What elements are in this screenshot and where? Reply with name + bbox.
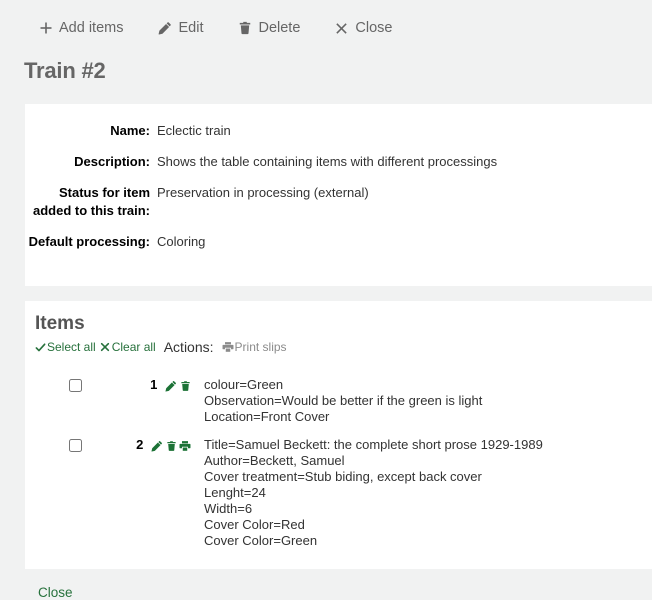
trash-icon[interactable] xyxy=(165,439,177,452)
print-slips-action[interactable]: Print slips xyxy=(222,340,287,354)
check-icon xyxy=(35,342,46,353)
item-attribute: Cover Color=Green xyxy=(204,533,652,549)
page-title: Train #2 xyxy=(0,56,652,84)
print-slips-label: Print slips xyxy=(235,340,287,354)
close-button[interactable]: Close xyxy=(334,21,392,36)
pencil-icon[interactable] xyxy=(165,379,177,392)
table-row: 2 xyxy=(25,429,652,553)
item-attribute: Observation=Would be better if the green… xyxy=(204,393,652,409)
row-number: 2 xyxy=(136,437,143,452)
row-number-cell: 2 xyxy=(125,429,191,553)
detail-label-default-processing: Default processing: xyxy=(25,233,157,251)
pencil-icon[interactable] xyxy=(151,439,163,452)
detail-label-description: Description: xyxy=(25,153,157,171)
item-attribute: Cover Color=Red xyxy=(204,517,652,533)
item-attribute: Title=Samuel Beckett: the complete short… xyxy=(204,437,652,453)
trash-icon xyxy=(237,21,252,36)
detail-row-status: Status for item added to this train: Pre… xyxy=(25,184,652,220)
detail-value-default-processing: Coloring xyxy=(157,233,205,251)
row-attributes-cell: Title=Samuel Beckett: the complete short… xyxy=(191,429,652,553)
clear-all-link[interactable]: Clear all xyxy=(100,340,156,354)
table-row: 1 xyxy=(25,369,652,429)
delete-button[interactable]: Delete xyxy=(237,21,300,36)
item-attribute: Cover treatment=Stub biding, except back… xyxy=(204,469,652,485)
delete-label: Delete xyxy=(258,21,300,36)
items-table: 1 xyxy=(25,369,652,553)
row-checkbox-cell xyxy=(25,369,125,429)
plus-icon xyxy=(38,21,53,36)
actions-label: Actions: xyxy=(164,339,214,355)
train-detail-panel: Name: Eclectic train Description: Shows … xyxy=(25,104,652,286)
item-attribute: Lenght=24 xyxy=(204,485,652,501)
add-items-button[interactable]: Add items xyxy=(38,21,123,36)
row-select-checkbox[interactable] xyxy=(69,379,82,392)
item-attribute: colour=Green xyxy=(204,377,652,393)
item-attribute: Author=Beckett, Samuel xyxy=(204,453,652,469)
select-all-link[interactable]: Select all xyxy=(35,340,96,354)
detail-row-default-processing: Default processing: Coloring xyxy=(25,233,652,251)
detail-label-status: Status for item added to this train: xyxy=(25,184,157,220)
item-attribute: Width=6 xyxy=(204,501,652,517)
items-action-bar: Select all Clear all Actions: Print slip… xyxy=(35,339,652,355)
items-heading: Items xyxy=(35,313,652,335)
clear-all-label: Clear all xyxy=(112,340,156,354)
pencil-icon xyxy=(157,21,172,36)
row-icon-group xyxy=(165,379,191,392)
row-icon-group xyxy=(151,439,191,452)
footer: Close xyxy=(0,569,652,600)
detail-value-name: Eclectic train xyxy=(157,122,231,140)
trash-icon[interactable] xyxy=(179,379,191,392)
detail-label-name: Name: xyxy=(25,122,157,140)
edit-button[interactable]: Edit xyxy=(157,21,203,36)
item-attribute: Location=Front Cover xyxy=(204,409,652,425)
close-icon xyxy=(334,21,349,36)
add-items-label: Add items xyxy=(59,21,123,36)
row-checkbox-cell xyxy=(25,429,125,553)
x-icon xyxy=(100,342,111,353)
printer-icon[interactable] xyxy=(179,439,191,452)
row-select-checkbox[interactable] xyxy=(69,439,82,452)
row-number: 1 xyxy=(150,377,157,392)
detail-row-name: Name: Eclectic train xyxy=(25,122,652,140)
row-attributes-cell: colour=Green Observation=Would be better… xyxy=(191,369,652,429)
footer-close-link[interactable]: Close xyxy=(38,585,73,600)
items-panel: Items Select all Clear all Actions: xyxy=(25,301,652,569)
edit-label: Edit xyxy=(178,21,203,36)
detail-value-description: Shows the table containing items with di… xyxy=(157,153,497,171)
detail-value-status: Preservation in processing (external) xyxy=(157,184,369,220)
select-all-label: Select all xyxy=(47,340,96,354)
printer-icon xyxy=(222,341,234,353)
row-number-cell: 1 xyxy=(125,369,191,429)
close-label: Close xyxy=(355,21,392,36)
detail-row-description: Description: Shows the table containing … xyxy=(25,153,652,171)
top-toolbar: Add items Edit Delete Close xyxy=(0,0,652,56)
